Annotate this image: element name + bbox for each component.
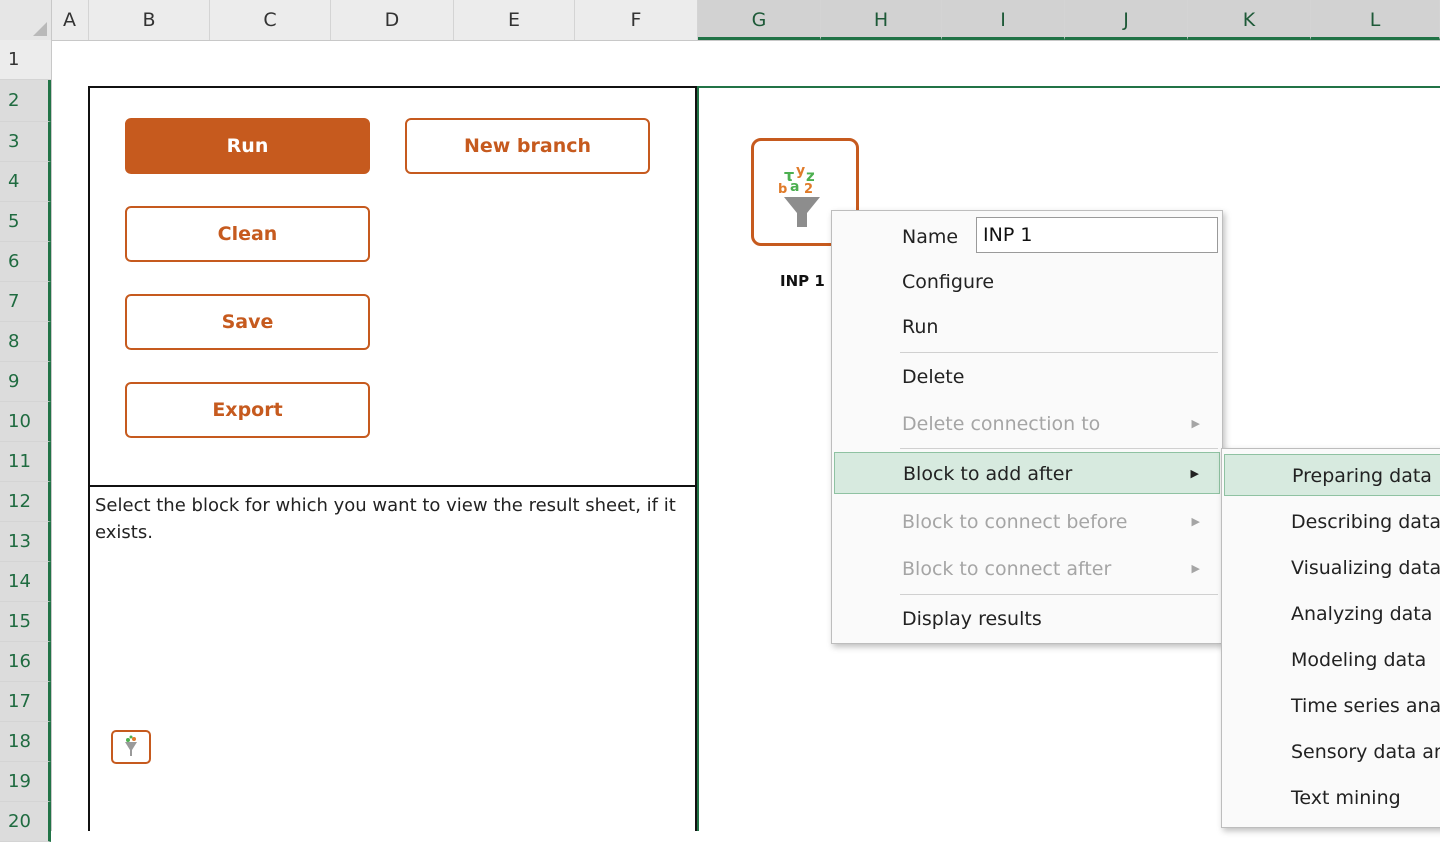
row-header-14[interactable]: 14 xyxy=(0,562,51,602)
block-name-input[interactable]: INP 1 xyxy=(976,217,1218,253)
column-header-i[interactable]: I xyxy=(942,0,1065,40)
column-header-k[interactable]: K xyxy=(1188,0,1311,40)
submenu-arrow-icon: ▶ xyxy=(1191,515,1200,528)
run-button[interactable]: Run xyxy=(125,118,370,174)
menu-item-label: Configure xyxy=(902,271,995,293)
select-all-corner[interactable] xyxy=(0,0,52,40)
submenu-item-time-series[interactable]: Time series analysis xyxy=(1224,685,1440,727)
submenu-item-sensory-data[interactable]: Sensory data analysis xyxy=(1224,731,1440,773)
row-header-5[interactable]: 5 xyxy=(0,202,51,242)
block-category-submenu: Preparing data Describing data Visualizi… xyxy=(1221,448,1440,828)
menu-separator xyxy=(900,352,1218,353)
menu-item-delete-connection: Delete connection to ▶ xyxy=(834,403,1220,445)
menu-item-block-to-add-after[interactable]: Block to add after ▶ xyxy=(834,452,1220,494)
menu-name-label: Name xyxy=(902,226,959,248)
column-header-bar: A B C D E F G H I J K L xyxy=(0,0,1440,41)
submenu-arrow-icon: ▶ xyxy=(1191,417,1200,430)
row-header-16[interactable]: 16 xyxy=(0,642,51,682)
submenu-item-preparing-data[interactable]: Preparing data xyxy=(1224,454,1440,496)
row-header-17[interactable]: 17 xyxy=(0,682,51,722)
row-header-3[interactable]: 3 xyxy=(0,122,51,162)
menu-item-delete[interactable]: Delete xyxy=(834,356,1220,398)
export-button[interactable]: Export xyxy=(125,382,370,438)
column-header-j[interactable]: J xyxy=(1065,0,1188,40)
submenu-arrow-icon: ▶ xyxy=(1191,562,1200,575)
menu-item-label: Delete connection to xyxy=(902,413,1101,435)
block-label: INP 1 xyxy=(780,272,825,290)
menu-item-label: Block to connect before xyxy=(902,511,1128,533)
new-branch-button[interactable]: New branch xyxy=(405,118,650,174)
column-header-a[interactable]: A xyxy=(51,0,89,40)
funnel-mini-icon xyxy=(125,735,137,756)
svg-text:b: b xyxy=(778,182,787,197)
row-header-10[interactable]: 10 xyxy=(0,402,51,442)
menu-separator xyxy=(900,448,1218,449)
column-header-b[interactable]: B xyxy=(89,0,210,40)
row-header-19[interactable]: 19 xyxy=(0,762,51,802)
panel-divider xyxy=(88,485,697,487)
column-header-c[interactable]: C xyxy=(210,0,331,40)
column-header-g[interactable]: G xyxy=(698,0,821,40)
column-header-l[interactable]: L xyxy=(1311,0,1440,40)
column-header-d[interactable]: D xyxy=(331,0,454,40)
svg-text:y: y xyxy=(796,163,805,179)
menu-item-label: Block to add after xyxy=(903,463,1073,485)
save-button[interactable]: Save xyxy=(125,294,370,350)
row-header-6[interactable]: 6 xyxy=(0,242,51,282)
row-header-8[interactable]: 8 xyxy=(0,322,51,362)
column-header-e[interactable]: E xyxy=(454,0,575,40)
row-header-1[interactable]: 1 xyxy=(0,40,51,80)
row-header-bar: 1 2 3 4 5 6 7 8 9 10 11 12 13 14 15 16 1… xyxy=(0,40,52,842)
row-header-9[interactable]: 9 xyxy=(0,362,51,402)
menu-item-configure[interactable]: Configure xyxy=(834,261,1220,303)
row-header-7[interactable]: 7 xyxy=(0,282,51,322)
menu-item-run[interactable]: Run xyxy=(834,306,1220,348)
row-header-12[interactable]: 12 xyxy=(0,482,51,522)
submenu-item-text-mining[interactable]: Text mining xyxy=(1224,777,1440,819)
row-header-11[interactable]: 11 xyxy=(0,442,51,482)
submenu-item-visualizing-data[interactable]: Visualizing data xyxy=(1224,547,1440,589)
submenu-arrow-icon: ▶ xyxy=(1190,467,1199,480)
menu-separator xyxy=(900,594,1218,595)
row-header-18[interactable]: 18 xyxy=(0,722,51,762)
row-header-13[interactable]: 13 xyxy=(0,522,51,562)
column-header-f[interactable]: F xyxy=(575,0,698,40)
menu-item-block-to-connect-after: Block to connect after ▶ xyxy=(834,548,1220,590)
instruction-text: Select the block for which you want to v… xyxy=(95,495,676,543)
context-menu: Name INP 1 Configure Run Delete Delete c… xyxy=(831,210,1223,644)
column-header-h[interactable]: H xyxy=(821,0,942,40)
menu-item-label: Display results xyxy=(902,608,1042,630)
menu-item-label: Delete xyxy=(902,366,965,388)
mini-block-button[interactable] xyxy=(111,730,151,764)
menu-item-label: Run xyxy=(902,316,939,338)
clean-button[interactable]: Clean xyxy=(125,206,370,262)
row-header-4[interactable]: 4 xyxy=(0,162,51,202)
submenu-item-analyzing-data[interactable]: Analyzing data xyxy=(1224,593,1440,635)
submenu-item-describing-data[interactable]: Describing data xyxy=(1224,501,1440,543)
row-header-15[interactable]: 15 xyxy=(0,602,51,642)
menu-item-label: Block to connect after xyxy=(902,558,1112,580)
menu-item-display-results[interactable]: Display results xyxy=(834,598,1220,640)
submenu-item-modeling-data[interactable]: Modeling data xyxy=(1224,639,1440,681)
control-panel xyxy=(88,86,697,831)
svg-text:a: a xyxy=(790,179,799,195)
row-header-2[interactable]: 2 xyxy=(0,80,51,122)
row-header-20[interactable]: 20 xyxy=(0,802,51,842)
svg-text:2: 2 xyxy=(804,182,813,197)
menu-item-block-to-connect-before: Block to connect before ▶ xyxy=(834,501,1220,543)
